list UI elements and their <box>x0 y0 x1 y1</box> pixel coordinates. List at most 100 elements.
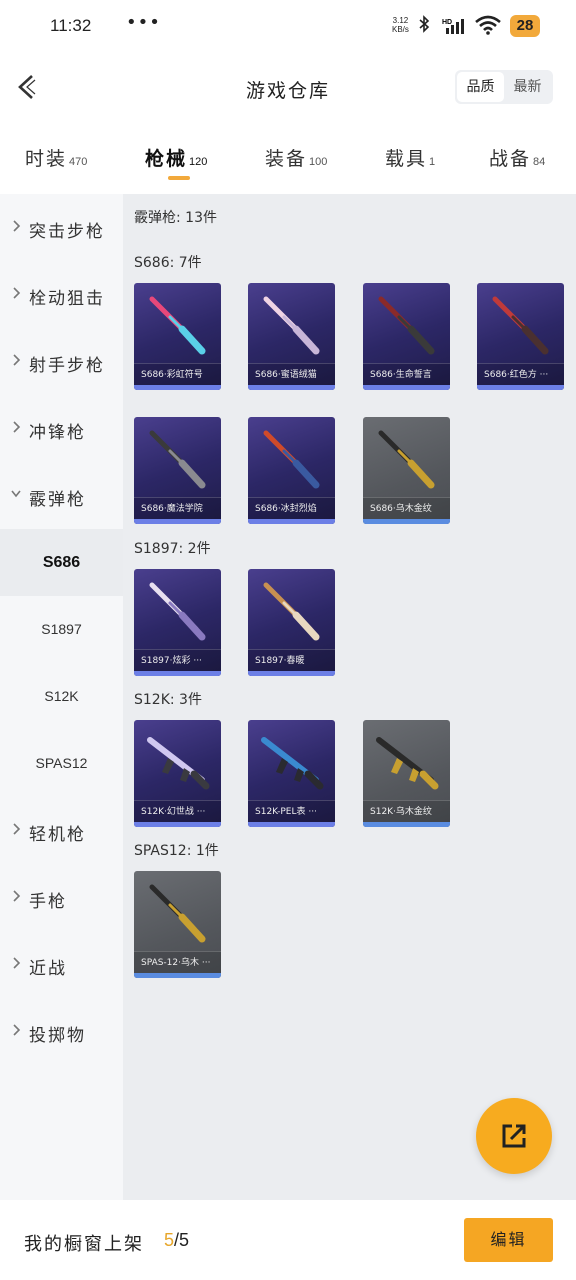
weapon-image <box>378 430 435 489</box>
rarity-bar <box>248 671 335 676</box>
rarity-bar <box>134 822 221 827</box>
chevron-right-icon <box>13 823 21 835</box>
share-external-icon <box>502 1124 526 1148</box>
rarity-bar <box>248 822 335 827</box>
weapon-card-name: S686·乌木金纹 <box>363 497 450 519</box>
weapon-image <box>149 582 206 641</box>
weapon-card-name: SPAS-12·乌木 ··· <box>134 951 221 973</box>
weapon-card[interactable]: S686·生命誓言 <box>363 283 450 390</box>
chevron-right-icon <box>13 890 21 902</box>
weapon-image <box>376 737 439 790</box>
weapon-card[interactable]: S686·冰封烈焰 <box>248 417 335 524</box>
weapon-card-name: S686·彩虹符号 <box>134 363 221 385</box>
sidebar-item-bolt-sniper[interactable]: 栓动狙击 <box>0 261 123 328</box>
header: 游戏仓库 品质 最新 <box>0 60 576 116</box>
chevron-right-icon <box>13 287 21 299</box>
sort-toggle: 品质 最新 <box>455 70 553 104</box>
weapon-card-name: S12K·幻世战 ··· <box>134 800 221 822</box>
weapon-grid: 霰弹枪: 13件 S686: 7件 S686·彩虹符号 S686·蜜语绒猫 S6… <box>123 194 576 1200</box>
sidebar-sub-s1897[interactable]: S1897 <box>0 596 123 663</box>
wifi-icon <box>474 14 502 40</box>
tab-equipment[interactable]: 装备 100 <box>265 144 327 171</box>
chevron-right-icon <box>13 421 21 433</box>
rarity-bar <box>134 671 221 676</box>
weapon-card-name: S686·红色方 ··· <box>477 363 564 385</box>
network-speed: 3.12 KB/s <box>392 16 409 34</box>
status-bar: 11:32 ••• 3.12 KB/s HD 28 <box>0 0 576 52</box>
weapon-card-name: S686·蜜语绒猫 <box>248 363 335 385</box>
weapon-card[interactable]: S12K·乌木金纹 <box>363 720 450 827</box>
chevron-right-icon <box>13 957 21 969</box>
rarity-bar <box>134 519 221 524</box>
weapon-image <box>149 296 206 355</box>
sidebar-sub-spas12[interactable]: SPAS12 <box>0 730 123 797</box>
share-button[interactable] <box>476 1098 552 1174</box>
weapon-card-name: S1897·炫彩 ··· <box>134 649 221 671</box>
weapon-card[interactable]: S1897·炫彩 ··· <box>134 569 221 676</box>
group-heading: SPAS12: 1件 <box>134 843 219 859</box>
weapon-image <box>261 737 324 790</box>
sidebar-item-shotgun[interactable]: 霰弹枪 <box>0 462 123 529</box>
rarity-bar <box>477 385 564 390</box>
bottom-bar: 我的橱窗上架 5/5 编辑 <box>0 1200 576 1280</box>
showcase-label: 我的橱窗上架 <box>24 1234 144 1255</box>
tab-vehicles[interactable]: 载具 1 <box>385 144 435 171</box>
weapon-card[interactable]: S686·魔法学院 <box>134 417 221 524</box>
rarity-bar <box>248 385 335 390</box>
sidebar-item-lmg[interactable]: 轻机枪 <box>0 797 123 864</box>
weapon-image <box>263 582 320 641</box>
rarity-bar <box>363 822 450 827</box>
chevron-right-icon <box>13 354 21 366</box>
network-speed-value: 3.12 <box>392 16 409 25</box>
weapon-card[interactable]: S686·蜜语绒猫 <box>248 283 335 390</box>
sidebar-sub-s12k[interactable]: S12K <box>0 663 123 730</box>
tab-supplies[interactable]: 战备 84 <box>489 144 545 171</box>
sidebar-item-assault-rifle[interactable]: 突击步枪 <box>0 194 123 261</box>
group-heading: S1897: 2件 <box>134 541 211 557</box>
battery-icon: 28 <box>510 15 540 37</box>
tab-firearms[interactable]: 枪械 120 <box>145 144 207 171</box>
category-tabs: 时装 470 枪械 120 装备 100 载具 1 战备 84 <box>0 138 576 186</box>
sidebar-sub-s686[interactable]: S686 <box>0 529 123 596</box>
weapon-card-name: S686·魔法学院 <box>134 497 221 519</box>
weapon-image <box>378 296 435 355</box>
sidebar-item-smg[interactable]: 冲锋枪 <box>0 395 123 462</box>
weapon-card[interactable]: S686·乌木金纹 <box>363 417 450 524</box>
sidebar-item-pistol[interactable]: 手枪 <box>0 864 123 931</box>
rarity-bar <box>363 519 450 524</box>
chevron-right-icon <box>13 220 21 232</box>
bluetooth-icon <box>418 15 430 37</box>
showcase-count: 5/5 <box>164 1230 190 1250</box>
weapon-card[interactable]: S686·红色方 ··· <box>477 283 564 390</box>
weapon-card[interactable]: SPAS-12·乌木 ··· <box>134 871 221 978</box>
active-tab-indicator <box>168 176 190 180</box>
sort-option-quality[interactable]: 品质 <box>457 72 504 102</box>
rarity-bar <box>134 973 221 978</box>
network-speed-unit: KB/s <box>392 25 409 34</box>
weapon-image <box>263 430 320 489</box>
sort-option-newest[interactable]: 最新 <box>504 72 551 102</box>
weapon-card[interactable]: S686·彩虹符号 <box>134 283 221 390</box>
weapon-card[interactable]: S12K·幻世战 ··· <box>134 720 221 827</box>
shotgun-summary: 霰弹枪: 13件 <box>134 210 217 226</box>
rarity-bar <box>134 385 221 390</box>
weapon-card[interactable]: S1897·春暖 <box>248 569 335 676</box>
group-heading: S686: 7件 <box>134 255 202 271</box>
status-time: 11:32 <box>50 16 92 35</box>
sidebar-item-throwable[interactable]: 投掷物 <box>0 998 123 1065</box>
chevron-right-icon <box>13 1024 21 1036</box>
weapon-image <box>263 296 320 355</box>
weapon-card[interactable]: S12K-PEL表 ··· <box>248 720 335 827</box>
sidebar-item-melee[interactable]: 近战 <box>0 931 123 998</box>
weapon-card-name: S686·生命誓言 <box>363 363 450 385</box>
edit-button[interactable]: 编辑 <box>464 1218 553 1262</box>
weapon-card-name: S12K-PEL表 ··· <box>248 800 335 822</box>
signal-icon: HD <box>442 17 468 39</box>
weapon-image <box>149 884 206 943</box>
weapon-card-name: S1897·春暖 <box>248 649 335 671</box>
weapon-image <box>149 430 206 489</box>
sidebar-item-marksman-rifle[interactable]: 射手步枪 <box>0 328 123 395</box>
sidebar: 突击步枪 栓动狙击 射手步枪 冲锋枪 霰弹枪 S686 S1897 S12K S… <box>0 194 123 1200</box>
tab-fashion[interactable]: 时装 470 <box>25 144 87 171</box>
chevron-down-icon <box>11 490 21 498</box>
